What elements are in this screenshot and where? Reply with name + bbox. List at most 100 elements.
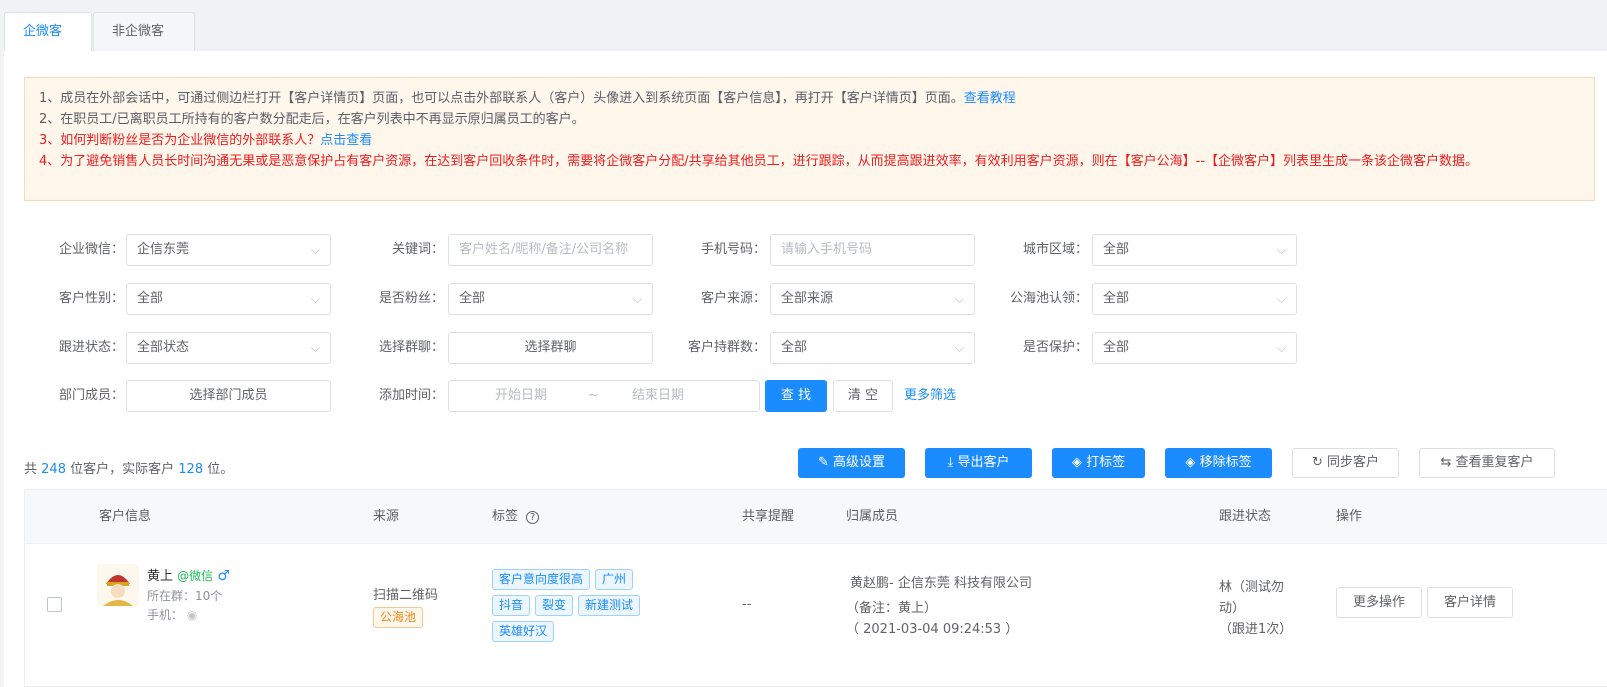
pool-label: 公海池认领： [1009, 291, 1088, 306]
tab-non-wecom-customers[interactable]: 非企微客户 [93, 12, 195, 77]
chevron-down-icon: ⌵ [1276, 243, 1286, 257]
source-badge-wrap: 公海池 [373, 607, 428, 633]
dept-label: 部门成员： [58, 388, 124, 403]
chevron-down-icon: ⌵ [310, 243, 320, 257]
chevron-down-icon: ⌵ [310, 341, 320, 355]
keyword-label: 关键词： [391, 242, 444, 257]
fan-label: 是否粉丝： [378, 291, 444, 306]
follow-select[interactable]: 全部状态 ⌵ [126, 332, 331, 364]
fan-select[interactable]: 全部 ⌵ [448, 283, 653, 315]
avatar-image [97, 564, 139, 606]
remove-tag-button[interactable]: ◈ 移除标签 [1165, 448, 1272, 478]
tab-wecom-customers[interactable]: 企微客户 [4, 12, 92, 77]
source-select[interactable]: 全部来源 ⌵ [770, 283, 975, 315]
chevron-down-icon: ⌵ [1276, 292, 1286, 306]
more-actions-button[interactable]: 更多操作 [1336, 587, 1422, 618]
phone-input[interactable]: 请输入手机号码 [770, 234, 975, 266]
wechat-badge: @微信 [177, 569, 214, 583]
follow-status-line1: 林（测试勿 [1219, 580, 1285, 595]
header-customer-info: 客户信息 [99, 509, 152, 524]
question-circle-icon[interactable]: ? [526, 511, 540, 524]
search-button[interactable]: 查 找 [765, 380, 827, 412]
customer-name[interactable]: 黄上 [147, 569, 173, 584]
export-customers-button[interactable]: ⤓ 导出客户 [925, 448, 1032, 478]
add-time-range-picker[interactable]: 开始日期 ~ 结束日期 [448, 380, 760, 412]
addtime-label: 添加时间： [378, 388, 444, 403]
select-group-button[interactable]: 选择群聊 [448, 332, 653, 364]
header-follow-status: 跟进状态 [1219, 509, 1272, 524]
group-label: 选择群聊： [378, 340, 444, 355]
follow-label: 跟进状态： [58, 340, 124, 355]
groupcount-select[interactable]: 全部 ⌵ [770, 332, 975, 364]
tag-item: 抖音 [492, 595, 531, 616]
follow-status-line2: 动） [1219, 601, 1246, 616]
tag-item: 英雄好汉 [492, 621, 555, 642]
header-tags: 标签 ? [492, 490, 540, 544]
download-icon: ⤓ [947, 455, 958, 470]
tag-item: 广州 [595, 569, 634, 590]
view-tutorial-link[interactable]: 查看教程 [964, 91, 1016, 106]
header-share-reminder: 共享提醒 [742, 509, 795, 524]
tag-icon: ◈ [1071, 455, 1087, 470]
source-label: 客户来源： [700, 291, 766, 306]
keyword-input[interactable]: 客户姓名/昵称/备注/公司名称 [448, 234, 653, 266]
select-dept-member-button[interactable]: 选择部门成员 [126, 380, 331, 412]
tag-item: 裂变 [535, 595, 574, 616]
owner-time: （ 2021-03-04 09:24:53 ） [846, 622, 1019, 637]
protect-label: 是否保护： [1022, 340, 1088, 355]
table-header: 客户信息 来源 标签 ? 共享提醒 归属成员 跟进状态 操作 [25, 490, 1607, 544]
add-tag-button[interactable]: ◈ 打标签 [1052, 448, 1145, 478]
phone-label: 手机号码： [700, 242, 766, 257]
male-icon: ♂ [217, 568, 230, 584]
view-duplicates-button[interactable]: ⇆ 查看重复客户 [1419, 448, 1555, 478]
header-owner: 归属成员 [846, 509, 899, 524]
avatar[interactable] [97, 564, 139, 606]
tag-icon: ◈ [1185, 455, 1200, 470]
tab-bar: 企微客户 非企微客户 [0, 0, 1607, 77]
chevron-down-icon: ⌵ [954, 341, 964, 355]
notice-line-3: 3、如何判断粉丝是否为企业微信的外部联系人？点击查看 [39, 133, 373, 148]
chevron-down-icon: ⌵ [310, 292, 320, 306]
wecom-select[interactable]: 企信东莞 ⌵ [126, 234, 331, 266]
pool-select[interactable]: 全部 ⌵ [1092, 283, 1297, 315]
main-panel: 1、成员在外部会话中，可通过侧边栏打开【客户详情页】页面，也可以点击外部联系人（… [4, 51, 1607, 687]
end-date-input[interactable]: 结束日期 [632, 381, 684, 411]
swap-icon: ⇆ [1440, 455, 1456, 470]
notice-line-2: 2、在职员工/已离职员工所持有的客户数分配走后，在客户列表中不再显示原归属员工的… [39, 112, 585, 127]
customer-detail-button[interactable]: 客户详情 [1427, 587, 1513, 618]
sync-customers-button[interactable]: ↻ 同步客户 [1292, 448, 1399, 478]
owner-remark: （备注：黄上） [846, 601, 938, 616]
refresh-icon: ↻ [1311, 455, 1327, 470]
phone-line: 手机： ◉ [147, 608, 198, 622]
customer-count: 共 248 位客户，实际客户 128 位。 [24, 462, 234, 477]
source-value: 扫描二维码 [373, 588, 439, 603]
eye-icon[interactable]: ◉ [187, 608, 197, 622]
start-date-input[interactable]: 开始日期 [495, 381, 547, 411]
customer-table: 客户信息 来源 标签 ? 共享提醒 归属成员 跟进状态 操作 黄上 @微信 ♂ … [24, 489, 1607, 687]
click-view-link[interactable]: 点击查看 [320, 133, 372, 148]
gender-label: 客户性别： [58, 291, 124, 306]
notice-line-1: 1、成员在外部会话中，可通过侧边栏打开【客户详情页】页面，也可以点击外部联系人（… [39, 91, 1016, 106]
groupcount-label: 客户持群数： [687, 340, 766, 355]
more-filter-link[interactable]: 更多筛选 [904, 380, 956, 412]
customer-name-line: 黄上 @微信 ♂ [147, 565, 230, 584]
notice-box: 1、成员在外部会话中，可通过侧边栏打开【客户详情页】页面，也可以点击外部联系人（… [24, 77, 1595, 201]
clear-button[interactable]: 清 空 [833, 380, 893, 412]
city-select[interactable]: 全部 ⌵ [1092, 234, 1297, 266]
source-badge: 公海池 [373, 607, 424, 628]
header-source: 来源 [373, 509, 400, 524]
share-reminder-value: -- [742, 597, 752, 612]
advanced-settings-button[interactable]: ✎ 高级设置 [798, 448, 905, 478]
row-checkbox[interactable] [47, 597, 62, 612]
range-separator: ~ [588, 388, 599, 403]
city-label: 城市区域： [1022, 242, 1088, 257]
chevron-down-icon: ⌵ [954, 292, 964, 306]
gender-select[interactable]: 全部 ⌵ [126, 283, 331, 315]
owner-name: 黄赵鹏- 企信东莞 科技有限公司 [850, 576, 1032, 591]
protect-select[interactable]: 全部 ⌵ [1092, 332, 1297, 364]
header-operations: 操作 [1336, 509, 1363, 524]
follow-count: （跟进1次） [1219, 622, 1293, 637]
tag-list: 客户意向度很高 广州 抖音 裂变 新建测试 英雄好汉 [492, 569, 692, 647]
wecom-label: 企业微信： [58, 242, 124, 257]
notice-line-4: 4、为了避免销售人员长时间沟通无果或是恶意保护占有客户资源，在达到客户回收条件时… [39, 154, 1479, 169]
